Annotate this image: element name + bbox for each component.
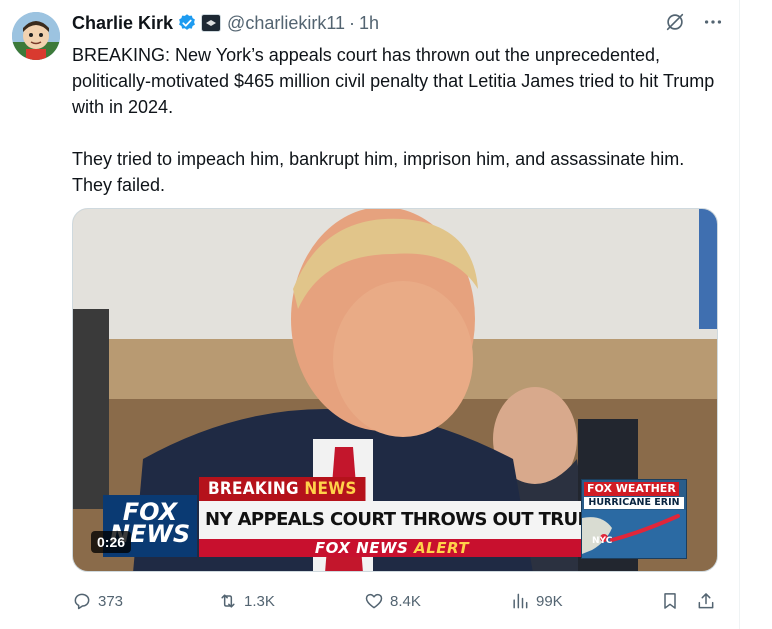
heart-icon [365, 593, 383, 609]
video-player[interactable]: BREAKING NEWS FOX NEWS NY APPEALS COURT … [72, 208, 718, 572]
verified-badge-icon[interactable] [177, 13, 197, 33]
weather-brand: FOX WEATHER [584, 482, 679, 496]
share-icon [698, 593, 714, 609]
tweet-paragraph: They tried to impeach him, bankrupt him,… [72, 149, 685, 195]
bookmark-icon [664, 593, 676, 609]
tweet-header: Charlie Kirk @charliekirk11 · 1h [72, 10, 379, 36]
more-options-icon[interactable] [701, 10, 725, 34]
affiliation-badge-icon[interactable] [201, 14, 222, 32]
like-button[interactable]: 8.4K [364, 588, 421, 614]
alert-brand: FOX NEWS [314, 539, 409, 557]
views-count: 99K [536, 592, 563, 610]
news-headline: NY APPEALS COURT THROWS OUT TRUMP FRAUD … [199, 501, 585, 539]
header-separator: · [349, 12, 356, 33]
repost-icon [221, 594, 235, 608]
author-display-name[interactable]: Charlie Kirk [72, 13, 173, 34]
alert-word: ALERT [414, 539, 470, 557]
reply-icon [74, 593, 90, 610]
like-count: 8.4K [390, 592, 421, 610]
breaking-label: BREAKING [208, 479, 299, 499]
tweet-text: BREAKING: New York’s appeals court has t… [72, 42, 722, 198]
repost-count: 1.3K [244, 592, 275, 610]
tweet-paragraph: BREAKING: New York’s appeals court has t… [72, 45, 715, 117]
weather-inset: FOX WEATHER HURRICANE ERIN NYC [581, 479, 687, 559]
reply-button[interactable]: 373 [72, 588, 123, 614]
views-button[interactable]: 99K [510, 588, 563, 614]
video-duration: 0:26 [91, 531, 132, 553]
breaking-news-tag: BREAKING NEWS [199, 477, 366, 501]
weather-storm: HURRICANE ERIN [584, 497, 684, 509]
action-bar: 373 1.3K 8.4K 99K [72, 588, 724, 614]
avatar[interactable] [12, 12, 60, 60]
bookmark-button[interactable] [660, 588, 686, 614]
tweet-card[interactable]: Charlie Kirk @charliekirk11 · 1h BREAKIN… [0, 0, 740, 629]
avatar-image [12, 12, 60, 60]
news-alert-bar: FOX NEWS ALERT [199, 539, 585, 557]
breaking-label-accent: NEWS [304, 479, 357, 499]
views-icon [513, 593, 528, 609]
news-lower-third: BREAKING NEWS FOX NEWS NY APPEALS COURT … [103, 477, 585, 559]
repost-button[interactable]: 1.3K [218, 588, 275, 614]
weather-map [582, 510, 686, 558]
weather-city: NYC [592, 536, 613, 546]
right-gutter [740, 0, 772, 629]
share-button[interactable] [696, 588, 722, 614]
grok-icon[interactable] [663, 10, 687, 34]
top-actions [663, 10, 725, 34]
author-handle[interactable]: @charliekirk11 [227, 13, 345, 34]
reply-count: 373 [98, 592, 124, 610]
post-time[interactable]: 1h [359, 13, 379, 34]
